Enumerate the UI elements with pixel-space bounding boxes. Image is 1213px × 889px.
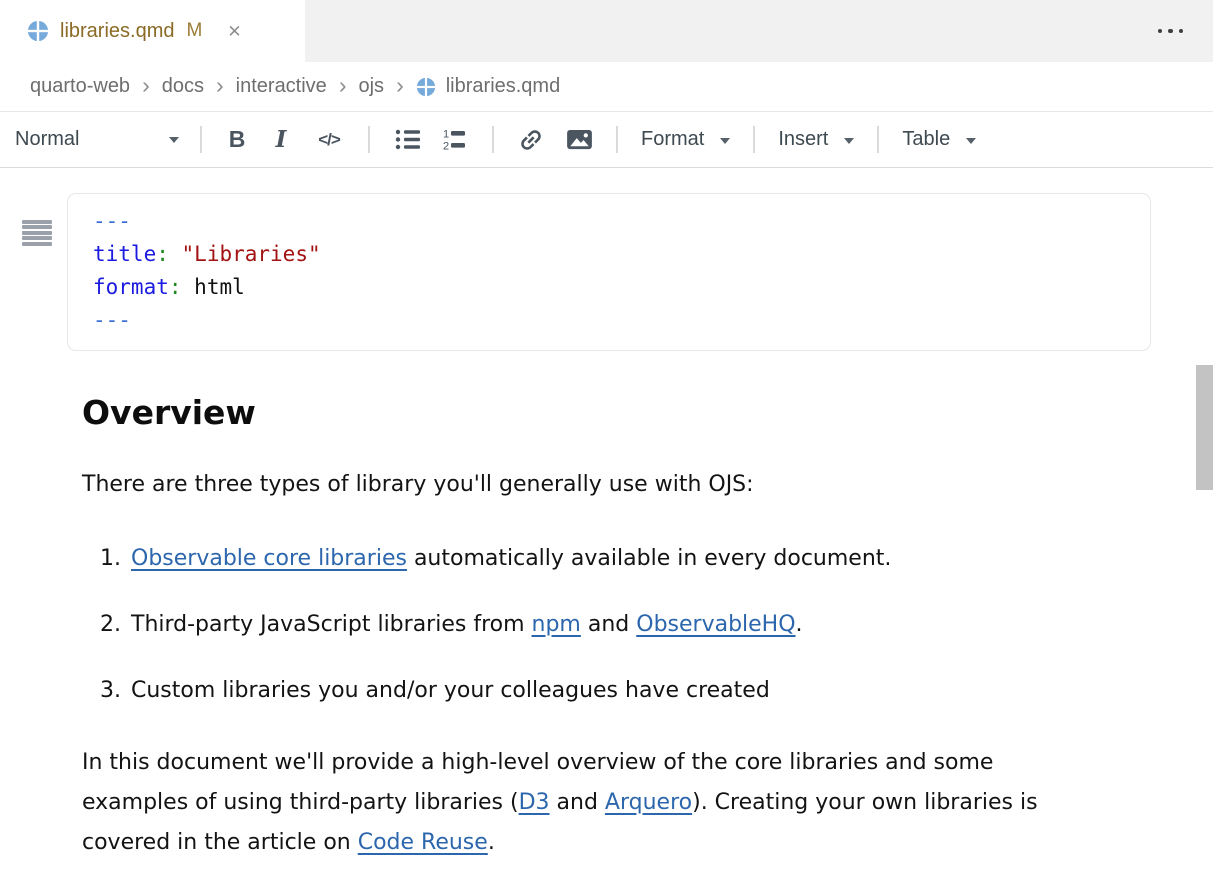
editor-toolbar: Normal B I </> 1 2 — [0, 112, 1213, 168]
yaml-title-key: title — [93, 242, 156, 266]
list-item-tail: . — [796, 612, 803, 637]
link-icon — [513, 121, 550, 158]
chevron-right-icon: › — [216, 74, 224, 100]
code-button[interactable]: </> — [303, 120, 355, 160]
breadcrumb-item-ojs[interactable]: ojs — [358, 75, 384, 98]
breadcrumb-filename: libraries.qmd — [446, 75, 560, 98]
bold-button[interactable]: B — [215, 120, 259, 160]
yaml-front-matter-block[interactable]: --- title: "Libraries" format: html --- — [67, 193, 1151, 351]
block-drag-handle[interactable] — [22, 220, 52, 247]
list-item-mid: and — [581, 612, 636, 637]
yaml-line: format: html — [93, 271, 1125, 304]
tab-bar: libraries.qmd M ✕ — [0, 0, 1213, 62]
table-menu-label: Table — [902, 128, 950, 151]
closing-paragraph: In this document we'll provide a high-le… — [82, 743, 1094, 863]
list-number: 1. — [100, 539, 131, 579]
link-observablehq[interactable]: ObservableHQ — [636, 612, 795, 637]
chevron-down-icon — [720, 138, 730, 144]
breadcrumb: quarto-web › docs › interactive › ojs › … — [0, 62, 1213, 112]
numbered-list-icon: 1 2 — [442, 126, 469, 153]
format-menu-label: Format — [641, 128, 704, 151]
toolbar-divider — [368, 126, 370, 153]
toolbar-divider — [200, 126, 202, 153]
quarto-file-icon — [416, 77, 436, 97]
chevron-right-icon: › — [339, 74, 347, 100]
toolbar-divider — [753, 126, 755, 153]
list-number: 2. — [100, 605, 131, 645]
list-item-lead: Third-party JavaScript libraries from — [131, 612, 532, 637]
block-style-label: Normal — [15, 128, 79, 151]
chevron-right-icon: › — [396, 74, 404, 100]
breadcrumb-item-file[interactable]: libraries.qmd — [416, 75, 560, 98]
breadcrumb-item-quarto-web[interactable]: quarto-web — [30, 75, 130, 98]
toolbar-divider — [616, 126, 618, 153]
svg-text:2: 2 — [443, 141, 449, 153]
format-menu[interactable]: Format — [631, 120, 740, 160]
list-number: 3. — [100, 671, 131, 711]
chevron-right-icon: › — [142, 74, 150, 100]
yaml-colon: : — [169, 275, 182, 299]
tab-libraries-qmd[interactable]: libraries.qmd M ✕ — [0, 0, 305, 62]
yaml-line: title: "Libraries" — [93, 238, 1125, 271]
bullet-list-icon — [394, 126, 421, 153]
image-button[interactable] — [555, 120, 603, 160]
yaml-line: --- — [93, 205, 1125, 238]
link-button[interactable] — [507, 120, 555, 160]
library-types-list: 1. Observable core libraries automatical… — [100, 539, 1151, 711]
intro-paragraph: There are three types of library you'll … — [82, 465, 1094, 505]
numbered-list-button[interactable]: 1 2 — [431, 120, 479, 160]
link-d3[interactable]: D3 — [519, 790, 550, 815]
toolbar-divider — [877, 126, 879, 153]
yaml-space — [169, 242, 182, 266]
yaml-delimiter: --- — [93, 308, 131, 332]
link-arquero[interactable]: Arquero — [605, 790, 692, 815]
vertical-scrollbar-thumb[interactable] — [1196, 365, 1213, 490]
close-icon[interactable]: ✕ — [227, 23, 241, 40]
image-icon — [566, 126, 593, 153]
table-menu[interactable]: Table — [892, 120, 986, 160]
list-item-text: Observable core libraries automatically … — [131, 539, 891, 579]
ellipsis-icon — [1158, 29, 1163, 34]
closing-text: . — [488, 830, 495, 855]
quarto-file-icon — [27, 20, 49, 42]
yaml-format-key: format — [93, 275, 169, 299]
toolbar-divider — [492, 126, 494, 153]
list-item-text: Custom libraries you and/or your colleag… — [131, 671, 770, 711]
closing-text: and — [550, 790, 605, 815]
svg-text:1: 1 — [443, 129, 449, 141]
yaml-colon: : — [156, 242, 169, 266]
yaml-format-value: html — [194, 275, 245, 299]
visual-editor-canvas[interactable]: --- title: "Libraries" format: html --- … — [0, 193, 1213, 889]
ellipsis-icon — [1179, 29, 1184, 34]
yaml-delimiter: --- — [93, 209, 131, 233]
heading-overview: Overview — [82, 393, 1151, 433]
chevron-down-icon — [169, 137, 179, 143]
link-observable-core-libraries[interactable]: Observable core libraries — [131, 546, 407, 571]
list-item: 3. Custom libraries you and/or your coll… — [100, 671, 1151, 711]
yaml-title-value: "Libraries" — [182, 242, 321, 266]
list-item-tail: automatically available in every documen… — [407, 546, 891, 571]
insert-menu[interactable]: Insert — [768, 120, 864, 160]
block-style-select[interactable]: Normal — [15, 120, 187, 160]
yaml-line: --- — [93, 304, 1125, 337]
yaml-space — [182, 275, 195, 299]
more-actions-button[interactable] — [1152, 21, 1190, 42]
breadcrumb-item-docs[interactable]: docs — [162, 75, 204, 98]
list-item-text: Third-party JavaScript libraries from np… — [131, 605, 803, 645]
tab-filename: libraries.qmd — [60, 20, 174, 43]
link-code-reuse[interactable]: Code Reuse — [358, 830, 488, 855]
ellipsis-icon — [1168, 29, 1173, 34]
insert-menu-label: Insert — [778, 128, 828, 151]
link-npm[interactable]: npm — [532, 612, 581, 637]
italic-button[interactable]: I — [259, 120, 303, 160]
modified-indicator: M — [186, 20, 202, 42]
chevron-down-icon — [844, 138, 854, 144]
bullet-list-button[interactable] — [383, 120, 431, 160]
chevron-down-icon — [966, 138, 976, 144]
breadcrumb-item-interactive[interactable]: interactive — [236, 75, 327, 98]
list-item: 2. Third-party JavaScript libraries from… — [100, 605, 1151, 645]
list-item: 1. Observable core libraries automatical… — [100, 539, 1151, 579]
